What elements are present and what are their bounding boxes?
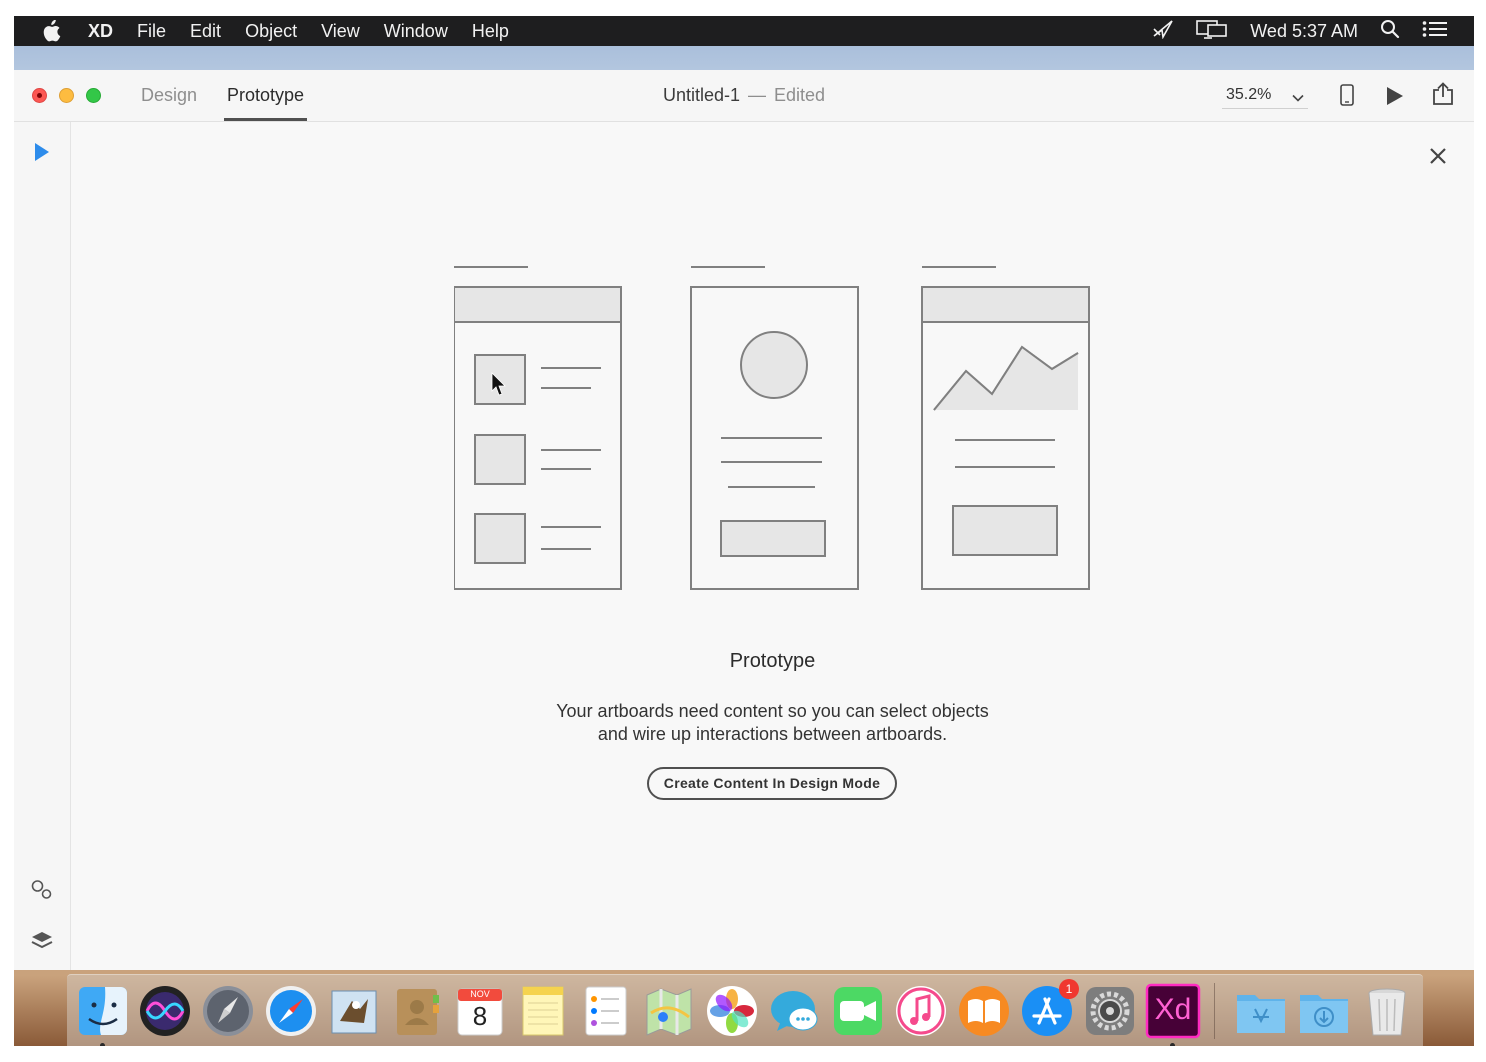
empty-state-title: Prototype <box>729 650 816 672</box>
dock-running-indicator <box>100 1043 105 1046</box>
window-close-button[interactable] <box>32 88 47 103</box>
dock-reminders-icon[interactable] <box>578 983 634 1039</box>
zoom-chevron-down-icon <box>1292 89 1304 107</box>
calendar-month: NOV <box>470 989 490 999</box>
title-separator: — <box>748 85 766 105</box>
play-preview-icon[interactable] <box>1386 86 1404 111</box>
menu-edit[interactable]: Edit <box>178 16 233 46</box>
menu-window[interactable]: Window <box>372 16 460 46</box>
dock-notes-icon[interactable] <box>515 983 571 1039</box>
document-name: Untitled-1 <box>662 85 740 105</box>
menu-bar: XD File Edit Object View Window Help Wed… <box>14 16 1474 46</box>
dock-adobe-xd-icon[interactable]: Xd <box>1145 983 1201 1039</box>
close-icon[interactable] <box>1428 146 1448 171</box>
layers-icon[interactable] <box>30 930 54 957</box>
dock-photos-icon[interactable] <box>704 983 760 1039</box>
dock-messages-icon[interactable] <box>767 983 823 1039</box>
artboards-illustration <box>454 266 1090 590</box>
dock-app-store-icon[interactable]: 1 <box>1019 979 1079 1039</box>
share-icon[interactable] <box>1431 82 1455 111</box>
tab-prototype[interactable]: Prototype <box>224 70 308 121</box>
tab-design[interactable]: Design <box>141 70 197 121</box>
select-arrow-icon[interactable] <box>34 142 50 167</box>
dock-facetime-icon[interactable] <box>830 983 886 1039</box>
dock-itunes-icon[interactable] <box>893 983 949 1039</box>
dock-finder-icon[interactable] <box>75 983 131 1039</box>
dock-system-preferences-icon[interactable] <box>1082 983 1138 1039</box>
dock-applications-folder-icon[interactable] <box>1233 983 1289 1039</box>
menu-app-xd[interactable]: XD <box>88 16 125 46</box>
dock-maps-icon[interactable] <box>641 983 697 1039</box>
airplay-cast-icon[interactable] <box>1152 19 1174 44</box>
dock-running-indicator <box>1170 1043 1175 1046</box>
notification-center-icon[interactable] <box>1422 20 1448 43</box>
dock-siri-icon[interactable] <box>137 983 193 1039</box>
dock-safari-icon[interactable] <box>263 983 319 1039</box>
assets-icon[interactable] <box>30 878 54 907</box>
dock-trash-icon[interactable] <box>1359 983 1415 1039</box>
dock-launchpad-icon[interactable] <box>200 983 256 1039</box>
menu-clock[interactable]: Wed 5:37 AM <box>1250 21 1358 42</box>
app-store-badge: 1 <box>1059 979 1079 999</box>
window-zoom-button[interactable] <box>86 88 101 103</box>
dock-contacts-icon[interactable] <box>389 983 445 1039</box>
zoom-dropdown[interactable]: 35.2% <box>1222 82 1308 109</box>
menu-help[interactable]: Help <box>460 16 521 46</box>
display-mirroring-icon[interactable] <box>1196 19 1228 44</box>
prototype-canvas: Prototype Your artboards need content so… <box>71 122 1474 970</box>
document-status: Edited <box>774 85 826 105</box>
dock-ibooks-icon[interactable] <box>956 983 1012 1039</box>
dock-calendar-icon[interactable]: NOV 8 <box>452 983 508 1039</box>
empty-state-line-1: Your artboards need content so you can s… <box>556 701 989 721</box>
empty-state-description: Your artboards need content so you can s… <box>71 700 1474 746</box>
create-content-in-design-mode-button[interactable]: Create Content In Design Mode <box>647 767 897 800</box>
window-toolbar: Design Prototype Untitled-1 — Edited 35.2% <box>14 70 1474 122</box>
apple-icon[interactable] <box>14 20 88 42</box>
empty-state-line-2: and wire up interactions between artboar… <box>597 724 948 744</box>
menu-file[interactable]: File <box>125 16 178 46</box>
menu-object[interactable]: Object <box>233 16 309 46</box>
desktop: XD File Edit Object View Window Help Wed… <box>14 16 1474 1046</box>
dock-downloads-folder-icon[interactable] <box>1296 983 1352 1039</box>
menu-view[interactable]: View <box>309 16 372 46</box>
dock-mail-icon[interactable] <box>326 983 382 1039</box>
calendar-day: 8 <box>472 1001 488 1031</box>
device-preview-icon[interactable] <box>1340 84 1354 111</box>
window-minimize-button[interactable] <box>59 88 74 103</box>
dock: NOV 8 1 Xd <box>67 974 1423 1046</box>
spotlight-search-icon[interactable] <box>1380 19 1400 44</box>
xd-app-window: Design Prototype Untitled-1 — Edited 35.2% <box>14 70 1474 970</box>
zoom-value: 35.2% <box>1226 86 1272 103</box>
left-tool-rail <box>14 122 71 970</box>
xd-icon-label: Xd <box>1154 993 1192 1026</box>
dock-separator <box>1214 983 1215 1039</box>
